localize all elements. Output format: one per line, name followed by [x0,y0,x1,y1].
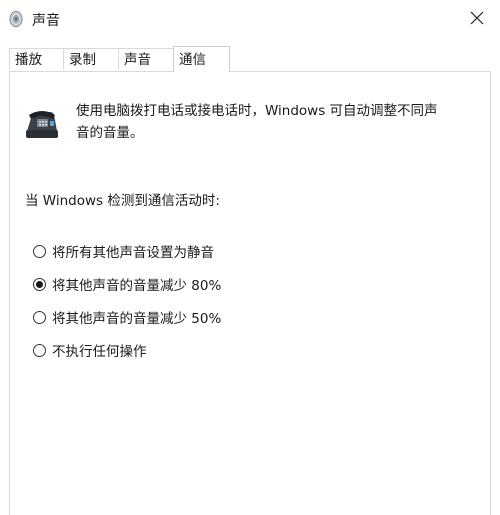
speaker-icon [7,10,25,28]
option-do-nothing[interactable]: 不执行任何操作 [33,340,147,360]
communications-panel: 使用电脑拨打电话或接电话时，Windows 可自动调整不同声音的音量。 当 Wi… [9,71,491,515]
option-reduce-50[interactable]: 将其他声音的音量减少 50% [33,307,221,327]
activity-prompt: 当 Windows 检测到通信活动时: [25,193,220,209]
option-label: 将其他声音的音量减少 50% [52,311,222,327]
option-label: 将所有其他声音设置为静音 [52,245,214,261]
radio-button[interactable] [33,310,46,324]
window-title: 声音 [32,13,60,29]
radio-button[interactable] [33,244,46,258]
communications-description: 使用电脑拨打电话或接电话时，Windows 可自动调整不同声音的音量。 [76,103,438,141]
tab-playback[interactable]: 播放 [9,48,65,70]
option-mute-all[interactable]: 将所有其他声音设置为静音 [33,241,214,261]
radio-button[interactable] [33,343,46,357]
option-label: 不执行任何操作 [52,344,147,360]
close-button[interactable] [454,0,500,36]
option-label: 将其他声音的音量减少 80% [52,278,222,294]
tab-sounds[interactable]: 声音 [118,48,174,70]
title-bar: 声音 [0,0,500,36]
radio-button-selected[interactable] [33,277,46,291]
tab-recording[interactable]: 录制 [63,48,119,70]
telephone-icon [24,107,60,141]
tab-communications[interactable]: 通信 [173,46,230,72]
close-icon [470,11,484,25]
option-reduce-80[interactable]: 将其他声音的音量减少 80% [33,274,221,294]
